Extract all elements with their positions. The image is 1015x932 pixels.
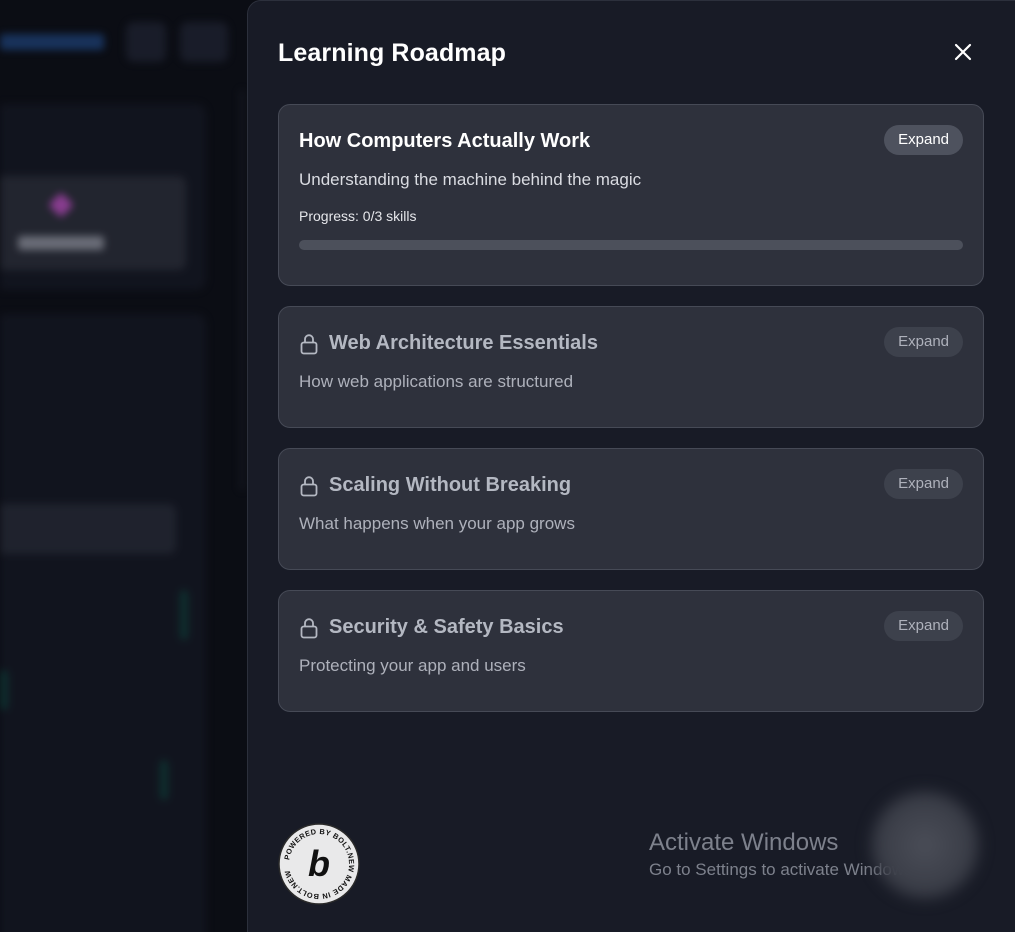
module-card-how-computers-work: How Computers Actually Work Expand Under… (278, 104, 984, 286)
lock-icon (300, 333, 318, 354)
background-card-label (18, 236, 104, 250)
lock-icon (300, 617, 318, 638)
background-link (0, 34, 104, 50)
module-title-text: How Computers Actually Work (299, 130, 591, 152)
progress-label: Progress: 0/3 skills (299, 208, 417, 224)
floating-action-button[interactable] (866, 786, 984, 904)
module-title-text: Web Architecture Essentials (329, 332, 598, 354)
module-card-security: Security & Safety Basics Expand Protecti… (278, 590, 984, 712)
modal-title: Learning Roadmap (278, 39, 507, 67)
background-app (0, 0, 260, 932)
expand-button[interactable]: Expand (884, 611, 963, 641)
background-icon-button (126, 22, 166, 62)
module-description: How web applications are structured (299, 372, 574, 391)
bolt-badge-icon[interactable]: POWERED BY BOLT.NEW MADE IN BOLT.NEW b (278, 823, 360, 905)
expand-button[interactable]: Expand (884, 327, 963, 357)
expand-button[interactable]: Expand (884, 469, 963, 499)
badge-letter: b (308, 843, 330, 884)
background-accent (0, 670, 8, 710)
module-description: What happens when your app grows (299, 514, 575, 533)
background-accent (160, 760, 168, 800)
progress-bar (299, 240, 963, 250)
background-accent (180, 590, 188, 640)
background-divider (240, 90, 244, 490)
module-title: Security & Safety Basics (299, 616, 564, 639)
module-title: How Computers Actually Work (299, 130, 590, 153)
background-select (0, 504, 176, 554)
module-description: Understanding the machine behind the mag… (299, 170, 642, 189)
module-title: Web Architecture Essentials (299, 332, 598, 355)
background-card (0, 176, 186, 270)
background-menu-button (180, 22, 228, 62)
screen: Learning Roadmap How Computers Actually … (0, 0, 1015, 932)
close-button[interactable] (948, 39, 978, 65)
module-card-scaling: Scaling Without Breaking Expand What hap… (278, 448, 984, 570)
module-card-web-architecture: Web Architecture Essentials Expand How w… (278, 306, 984, 428)
module-description: Protecting your app and users (299, 656, 526, 675)
expand-button[interactable]: Expand (884, 125, 963, 155)
background-panel-lower (0, 314, 206, 932)
module-title-text: Scaling Without Breaking (329, 474, 572, 496)
close-icon (954, 43, 972, 61)
module-title: Scaling Without Breaking (299, 474, 571, 497)
lock-icon (300, 475, 318, 496)
module-title-text: Security & Safety Basics (329, 616, 564, 638)
